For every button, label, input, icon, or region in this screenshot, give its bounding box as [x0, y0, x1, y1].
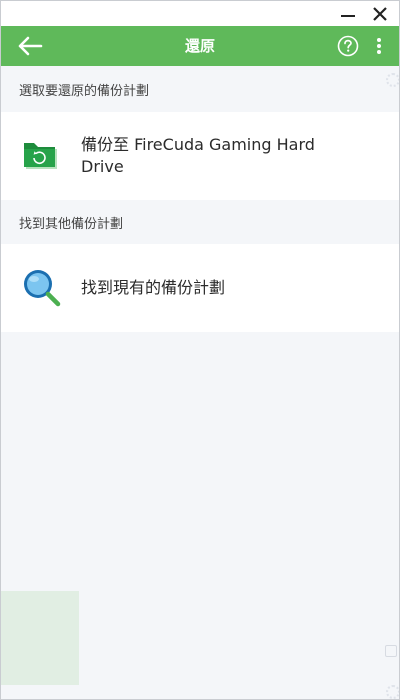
more-menu-button[interactable]: [369, 35, 389, 57]
close-icon: [373, 6, 387, 21]
find-existing-plan-item[interactable]: 找到現有的備份計劃: [1, 244, 399, 332]
backup-plan-item[interactable]: 備份至 FireCuda Gaming Hard Drive: [1, 112, 399, 200]
gear-icon: [386, 685, 399, 699]
more-vertical-icon: [377, 38, 381, 54]
find-existing-plan-label: 找到現有的備份計劃: [81, 278, 226, 297]
restore-window: 還原 選取要還原的備份計劃 備份至 FireCuda Gaming Hard D…: [0, 0, 400, 700]
section-header-select-plan: 選取要還原的備份計劃: [19, 83, 150, 99]
magnifier-icon: [1, 266, 81, 310]
app-header: 還原: [1, 26, 399, 66]
close-button[interactable]: [365, 1, 395, 26]
scroll-marker: [385, 645, 397, 657]
folder-restore-icon: [1, 139, 81, 173]
section-header-find-other: 找到其他備份計劃: [19, 216, 124, 232]
window-titlebar: [1, 1, 399, 26]
help-button[interactable]: [337, 35, 359, 57]
minimize-button[interactable]: [333, 1, 363, 26]
help-circle-icon: [337, 35, 359, 57]
backup-plan-label: 備份至 FireCuda Gaming Hard Drive: [81, 135, 315, 176]
minimize-icon: [341, 14, 355, 17]
decorative-panel: [1, 591, 79, 685]
gear-icon: [386, 73, 399, 87]
